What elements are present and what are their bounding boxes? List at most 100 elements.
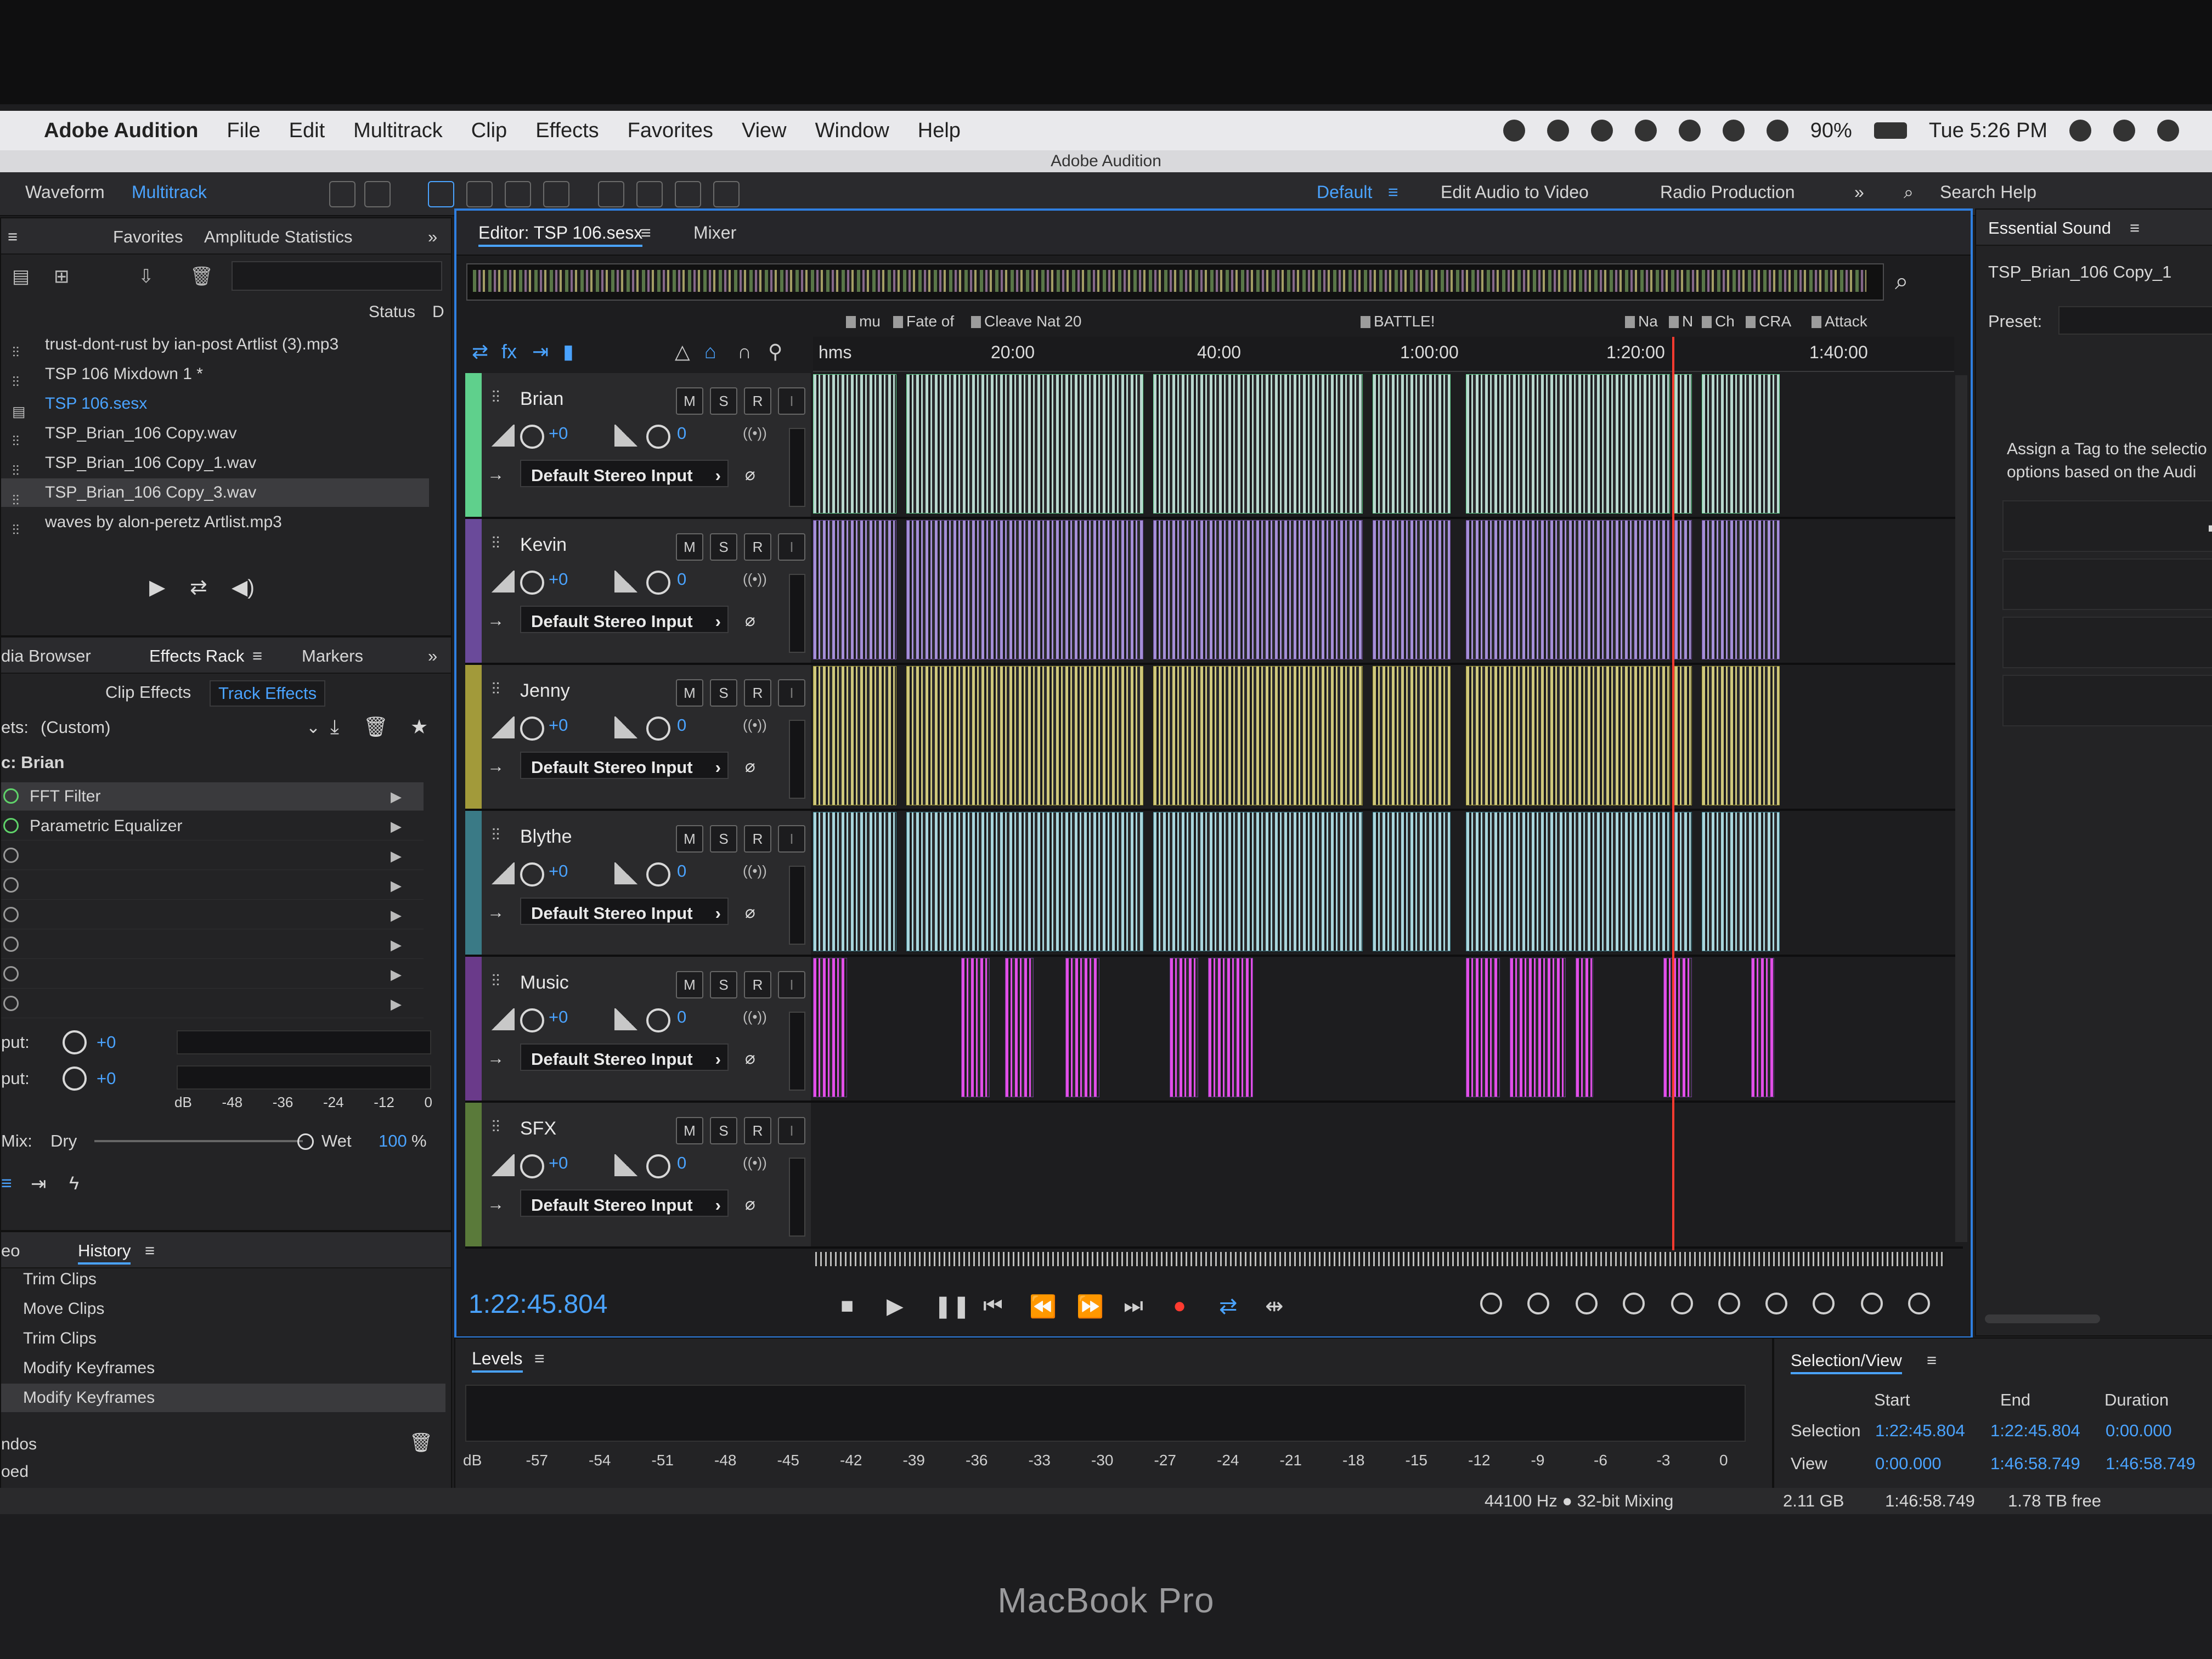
audio-clip[interactable] <box>1510 958 1566 1097</box>
track-header[interactable]: ⫶⫶ Jenny M S R I +0 0 ((•)) → Default Stereo Input… <box>465 665 811 809</box>
wet-value[interactable]: 100 <box>379 1131 407 1151</box>
record-arm-button[interactable]: R <box>744 971 771 998</box>
power-icon[interactable] <box>3 788 19 804</box>
audio-clip[interactable] <box>1466 958 1500 1097</box>
history-item[interactable]: Trim Clips <box>23 1265 97 1294</box>
panel-menu-icon[interactable]: ≡ <box>252 646 262 666</box>
volume-value[interactable]: +0 <box>549 424 568 443</box>
notification-center-icon[interactable] <box>2157 120 2179 142</box>
tab-editor[interactable]: Editor: TSP 106.sesx <box>478 223 643 247</box>
mute-button[interactable]: M <box>676 1117 703 1144</box>
zoom-out-amplitude-icon[interactable] <box>1527 1293 1549 1314</box>
delete-icon[interactable]: 🗑 <box>190 266 213 287</box>
file-item[interactable]: ⫶⫶ TSP_Brian_106 Copy.wav <box>1 419 429 449</box>
selection-duration[interactable]: 0:00.000 <box>2106 1421 2172 1441</box>
tab-clip-effects[interactable]: Clip Effects <box>105 682 191 702</box>
levels-title[interactable]: Levels <box>472 1348 523 1373</box>
ambience-tag-button[interactable]: ❦ <box>2002 675 2212 726</box>
zoom-in-full-icon[interactable]: ⌕ <box>1895 268 1909 295</box>
effect-slot-2[interactable]: Parametric Equalizer ▶ <box>1 812 424 840</box>
lightning-icon[interactable]: ϟ <box>69 1173 79 1194</box>
zoom-in-time-icon[interactable] <box>1576 1293 1598 1314</box>
skip-selection-button[interactable]: ⇹ <box>1265 1294 1284 1319</box>
file-item[interactable]: ⫶⫶ TSP_Brian_106 Copy_3.wav <box>1 478 429 509</box>
power-icon[interactable] <box>3 966 19 981</box>
column-status[interactable]: Status <box>369 303 415 321</box>
input-dropdown[interactable]: Default Stereo Input › <box>520 752 729 779</box>
zoom-selection-icon[interactable] <box>1813 1293 1835 1314</box>
horizontal-zoom-bar[interactable] <box>815 1252 1945 1266</box>
zoom-full-icon[interactable] <box>1671 1293 1693 1314</box>
effect-slot-empty[interactable]: ▶ <box>1 990 424 1018</box>
audio-clip[interactable] <box>1005 958 1034 1097</box>
panel-scrollbar[interactable] <box>1985 1314 2100 1323</box>
tab-track-effects[interactable]: Track Effects <box>210 680 326 707</box>
slip-tool-icon[interactable] <box>505 181 531 207</box>
input-dropdown[interactable]: Default Stereo Input › <box>520 1189 729 1217</box>
file-item[interactable]: ⫶⫶ waves by alon-peretz Artlist.mp3 <box>1 508 429 538</box>
audio-clip[interactable] <box>813 374 896 514</box>
delete-history-icon[interactable]: 🗑 <box>409 1432 433 1454</box>
volume-value[interactable]: +0 <box>549 1007 568 1027</box>
chevron-right-icon[interactable]: ▶ <box>391 812 402 840</box>
effect-slot-empty[interactable]: ▶ <box>1 871 424 900</box>
track-name[interactable]: Music <box>520 972 569 994</box>
audio-clip[interactable] <box>1674 812 1692 951</box>
favorite-star-icon[interactable]: ★ <box>410 715 428 738</box>
volume-value[interactable]: +0 <box>549 1153 568 1173</box>
solo-button[interactable]: S <box>710 825 737 853</box>
marker[interactable]: mu <box>846 313 881 330</box>
menu-effects[interactable]: Effects <box>535 119 599 143</box>
input-dropdown[interactable]: Default Stereo Input › <box>520 460 729 487</box>
chevron-right-icon[interactable]: ▶ <box>391 901 402 929</box>
headphones-icon[interactable]: ∩ <box>737 340 752 363</box>
wifi-icon[interactable] <box>1766 120 1788 142</box>
file-item[interactable]: ⫶⫶ TSP 106 Mixdown 1 * <box>1 360 429 390</box>
auto-play-icon[interactable]: ◀) <box>232 575 255 600</box>
zoom-out-point-icon[interactable] <box>1765 1293 1787 1314</box>
pan-value[interactable]: 0 <box>677 1153 686 1173</box>
record-button[interactable]: ● <box>1173 1294 1186 1318</box>
audio-clip[interactable] <box>1702 666 1780 805</box>
pin-icon[interactable]: ⚲ <box>768 340 782 363</box>
history-item[interactable]: Trim Clips <box>23 1324 97 1353</box>
track-header[interactable]: ⫶⫶ Kevin M S R I +0 0 ((•)) → Default Stereo Input… <box>465 519 811 663</box>
power-icon[interactable] <box>3 848 19 863</box>
panel-menu-icon[interactable]: ≡ <box>8 227 18 247</box>
volume-value[interactable]: +0 <box>549 715 568 735</box>
file-item[interactable]: ▤ TSP 106.sesx <box>1 390 429 420</box>
track-clip-area[interactable] <box>813 957 1963 1101</box>
audio-clip[interactable] <box>1576 958 1593 1097</box>
track-clip-area[interactable] <box>813 811 1963 955</box>
mix-slider-handle[interactable] <box>297 1133 314 1150</box>
history-item[interactable]: Move Clips <box>23 1295 104 1323</box>
audio-clip[interactable] <box>1153 374 1363 514</box>
tab-media-browser[interactable]: dia Browser <box>1 646 91 666</box>
essential-sound-title[interactable]: Essential Sound <box>1988 218 2111 238</box>
power-icon[interactable] <box>3 936 19 952</box>
input-monitor-button[interactable]: I <box>778 825 805 853</box>
time-selection-tool-icon[interactable] <box>543 181 569 207</box>
zoom-tracks-icon[interactable] <box>1908 1293 1930 1314</box>
volume-knob[interactable] <box>520 425 544 449</box>
pan-knob[interactable] <box>646 571 670 595</box>
input-monitor-button[interactable]: I <box>778 387 805 415</box>
siri-icon[interactable] <box>2113 120 2135 142</box>
panel-menu-icon[interactable]: ≡ <box>145 1241 155 1261</box>
tab-effects-rack[interactable]: Effects Rack <box>149 646 244 666</box>
chevron-right-icon[interactable]: ▶ <box>391 842 402 870</box>
file-item[interactable]: ⫶⫶ TSP_Brian_106 Copy_1.wav <box>1 449 429 479</box>
menu-window[interactable]: Window <box>815 119 889 143</box>
power-icon[interactable] <box>3 996 19 1011</box>
audio-clip[interactable] <box>1373 374 1451 514</box>
audio-clip[interactable] <box>1674 520 1692 659</box>
rewind-button[interactable]: ⏪ <box>1029 1294 1057 1319</box>
track-clip-area[interactable] <box>813 519 1963 663</box>
pan-value[interactable]: 0 <box>677 569 686 589</box>
audio-clip[interactable] <box>1674 666 1692 805</box>
session-overview[interactable] <box>466 263 1884 301</box>
track-name[interactable]: SFX <box>520 1118 556 1139</box>
loop-playback-button[interactable]: ⇄ <box>1219 1294 1238 1319</box>
menu-clip[interactable]: Clip <box>471 119 507 143</box>
effects-icon[interactable]: fx <box>501 340 517 363</box>
